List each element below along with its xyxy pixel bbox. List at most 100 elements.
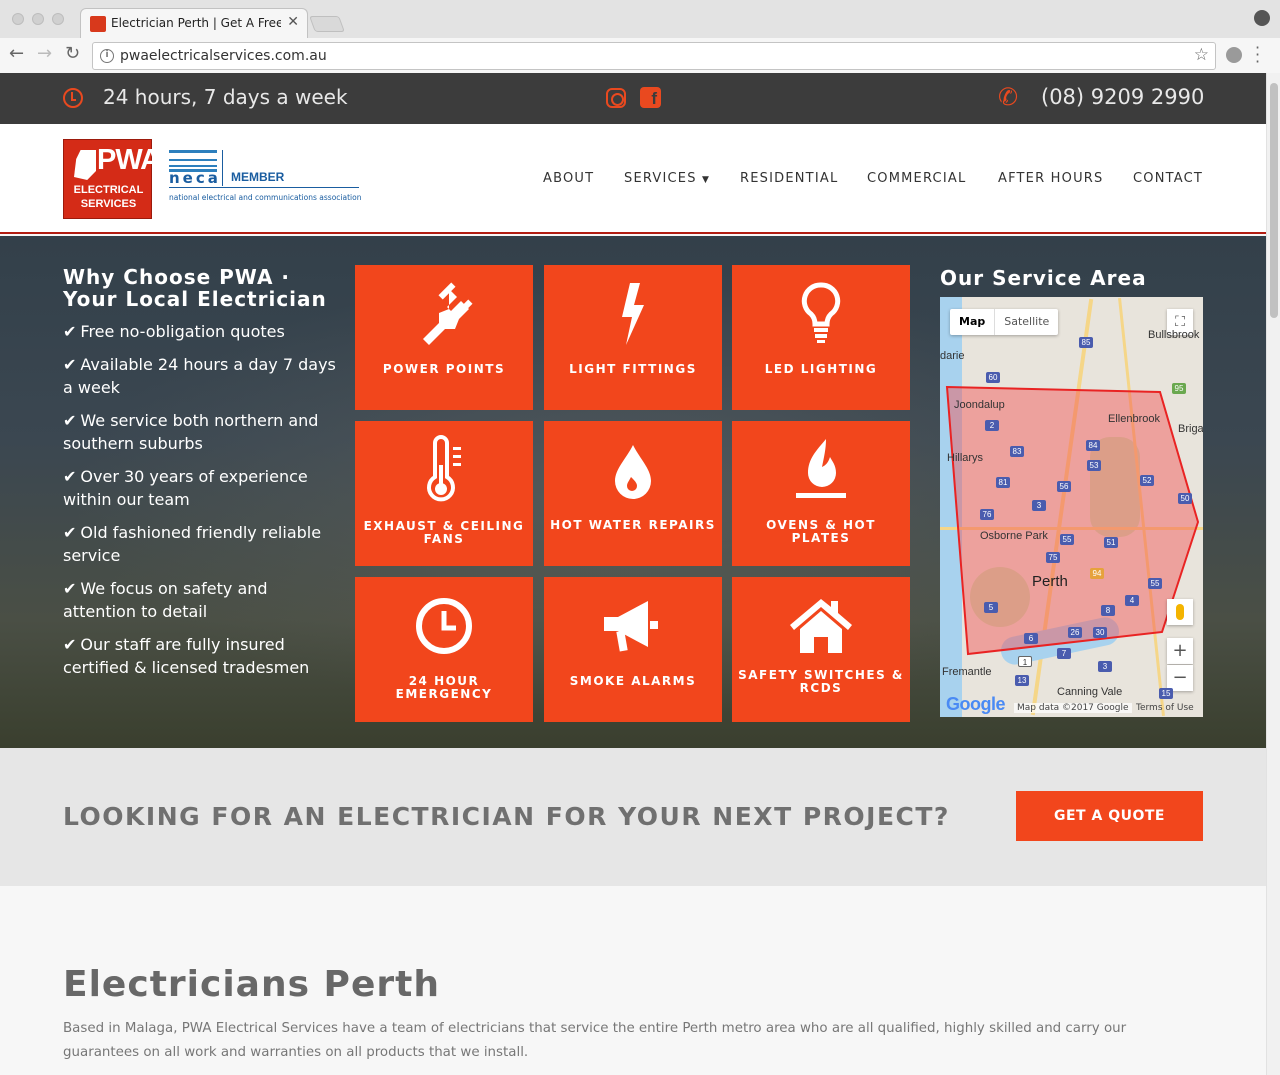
why-item: ✔ Our staff are fully insured certified &… [63, 633, 338, 679]
why-item-text: Available 24 hours a day 7 days a week [63, 355, 336, 397]
why-item-text: Our staff are fully insured certified & … [63, 635, 310, 677]
check-icon: ✔ [63, 523, 77, 542]
favicon-icon [90, 16, 106, 32]
reload-icon[interactable]: ↻ [65, 45, 80, 63]
route-shield: 1 [1018, 656, 1032, 667]
why-item: ✔ We focus on safety and attention to det… [63, 577, 338, 623]
why-item-text: Free no-obligation quotes [80, 322, 285, 341]
clock-icon [63, 88, 83, 108]
back-icon[interactable]: ← [9, 45, 24, 63]
nav-commercial[interactable]: COMMERCIAL [867, 171, 966, 186]
logo-letters: PWA [97, 144, 161, 176]
phone-number[interactable]: (08) 9209 2990 [1041, 85, 1204, 109]
tile-24-hour-emergency[interactable]: 24 HOUR EMERGENCY [355, 577, 533, 722]
instagram-icon[interactable] [606, 88, 626, 108]
why-item: ✔ We service both northern and southern s… [63, 409, 338, 455]
tile-label: EXHAUST & CEILING FANS [363, 519, 525, 546]
check-icon: ✔ [63, 411, 77, 430]
info-icon[interactable]: i [100, 49, 114, 63]
address-bar[interactable]: i pwaelectricalservices.com.au ☆ [92, 42, 1216, 70]
zoom-in-button[interactable]: + [1167, 638, 1193, 664]
pwa-logo[interactable]: PWA ELECTRICAL SERVICES [63, 139, 161, 219]
why-choose-heading: Why Choose PWA · Your Local Electrician [63, 265, 327, 311]
map-label: Briga [1178, 423, 1203, 435]
intro-section: Electricians Perth Based in Malaga, PWA … [0, 886, 1266, 1075]
page-title: Electricians Perth [63, 964, 440, 1005]
new-tab-button[interactable] [309, 16, 345, 32]
route-shield: 85 [1079, 337, 1093, 348]
service-area-heading: Our Service Area [940, 266, 1147, 290]
map-label: Hillarys [947, 452, 984, 464]
service-area-map[interactable]: Map Satellite ⛶ + − Bullsbrook darie Joo… [940, 297, 1203, 717]
tile-led-lighting[interactable]: LED LIGHTING [732, 265, 910, 410]
route-shield: 83 [1010, 446, 1024, 457]
why-item: ✔ Free no-obligation quotes [63, 320, 338, 343]
forward-icon[interactable]: → [37, 45, 52, 63]
nav-about[interactable]: ABOUT [543, 171, 594, 186]
extension-icon[interactable] [1226, 47, 1242, 63]
route-shield: 55 [1060, 534, 1074, 545]
bookmark-star-icon[interactable]: ☆ [1194, 45, 1209, 65]
clock-icon [416, 598, 472, 654]
profile-icon[interactable] [1254, 10, 1270, 26]
tile-safety-switches[interactable]: SAFETY SWITCHES & RCDS [732, 577, 910, 722]
map-type-satellite[interactable]: Satellite [995, 309, 1058, 335]
tile-label: 24 HOUR EMERGENCY [395, 674, 493, 701]
tile-label: LIGHT FITTINGS [569, 362, 697, 376]
map-label: Fremantle [942, 666, 992, 678]
map-label: Osborne Park [980, 530, 1048, 542]
phone-icon[interactable]: ✆ [998, 85, 1018, 109]
why-item-text: We service both northern and southern su… [63, 411, 319, 453]
nav-services[interactable]: SERVICES ▼ [624, 171, 710, 186]
tile-label: SMOKE ALARMS [569, 674, 697, 688]
route-shield: 3 [1032, 500, 1046, 511]
tab-close-icon[interactable]: ✕ [287, 14, 299, 30]
top-info-bar: 24 hours, 7 days a week f ✆ (08) 9209 29… [0, 73, 1266, 124]
caret-down-icon: ▼ [702, 175, 711, 185]
tile-ovens[interactable]: OVENS & HOT PLATES [732, 421, 910, 566]
route-shield: 2 [985, 420, 999, 431]
tile-power-points[interactable]: POWER POINTS [355, 265, 533, 410]
get-quote-button[interactable]: GET A QUOTE [1016, 791, 1203, 841]
nav-after-hours[interactable]: AFTER HOURS [998, 171, 1103, 186]
route-shield: 30 [1093, 627, 1107, 638]
route-shield: 75 [1046, 552, 1060, 563]
map-terms-link[interactable]: Terms of Use [1136, 703, 1194, 713]
route-shield: 55 [1148, 578, 1162, 589]
house-icon [790, 599, 852, 653]
nav-residential[interactable]: RESIDENTIAL [740, 171, 838, 186]
route-shield: 7 [1057, 648, 1071, 659]
window-minimize-button[interactable] [32, 13, 44, 25]
window-close-button[interactable] [12, 13, 24, 25]
facebook-icon[interactable]: f [640, 87, 661, 108]
route-shield: 76 [980, 509, 994, 520]
browser-tab[interactable]: Electrician Perth | Get A Free Q ✕ [80, 8, 308, 38]
nav-contact[interactable]: CONTACT [1133, 171, 1203, 186]
map-label: Canning Vale [1057, 686, 1123, 698]
neca-tagline: national electrical and communications a… [169, 193, 362, 202]
page-scrollbar[interactable] [1266, 73, 1280, 1075]
window-zoom-button[interactable] [52, 13, 64, 25]
check-icon: ✔ [63, 355, 77, 374]
tile-light-fittings[interactable]: LIGHT FITTINGS [544, 265, 722, 410]
pegman-icon[interactable] [1167, 599, 1193, 625]
neca-word: neca [169, 169, 221, 187]
browser-menu-icon[interactable]: · · · [1255, 40, 1265, 70]
route-shield: 15 [1159, 688, 1173, 699]
neca-rule [169, 187, 359, 188]
scrollbar-thumb[interactable] [1270, 83, 1278, 318]
tile-exhaust-fans[interactable]: EXHAUST & CEILING FANS [355, 421, 533, 566]
tile-label: LED LIGHTING [764, 362, 878, 376]
map-type-map[interactable]: Map [950, 309, 996, 335]
tile-smoke-alarms[interactable]: SMOKE ALARMS [544, 577, 722, 722]
water-drop-icon [615, 445, 651, 499]
route-shield: 6 [1024, 633, 1038, 644]
route-shield: 84 [1086, 440, 1100, 451]
url-text[interactable]: pwaelectricalservices.com.au [120, 48, 327, 64]
tile-hot-water[interactable]: HOT WATER REPAIRS [544, 421, 722, 566]
web-page: 24 hours, 7 days a week f ✆ (08) 9209 29… [0, 73, 1266, 1075]
route-shield: 94 [1090, 568, 1104, 579]
route-shield: 26 [1068, 627, 1082, 638]
map-label: Perth [1032, 573, 1068, 590]
route-shield: 3 [1098, 661, 1112, 672]
